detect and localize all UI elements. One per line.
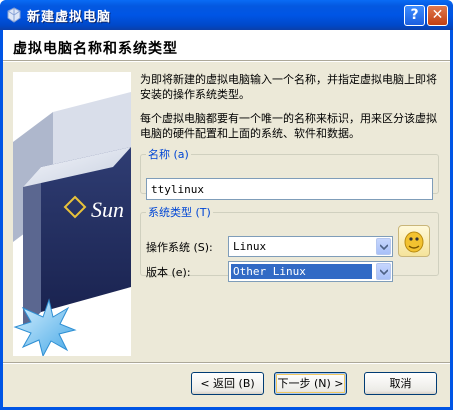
dialog-client-area: 虚拟电脑名称和系统类型 Sun 为即将新建的虚拟电脑输入一个名称，并指定虚拟电脑… bbox=[3, 30, 450, 407]
chevron-down-icon[interactable] bbox=[376, 238, 391, 255]
virtualbox-app-icon bbox=[7, 7, 21, 23]
version-select[interactable]: Other Linux bbox=[228, 261, 393, 282]
cancel-button[interactable]: 取消 bbox=[364, 372, 437, 395]
description-intro: 为即将新建的虚拟电脑输入一个名称，并指定虚拟电脑上即将安装的操作系统类型。 bbox=[140, 73, 437, 101]
title-bar[interactable]: 新建虚拟电脑 ? ✕ bbox=[0, 0, 453, 30]
sun-logo-text: Sun bbox=[91, 197, 124, 222]
os-select[interactable]: Linux bbox=[228, 236, 393, 257]
virtualbox-cube-image: Sun bbox=[13, 72, 131, 356]
version-label: 版本 (e): bbox=[146, 266, 191, 279]
name-group-legend: 名称 (a) bbox=[148, 148, 189, 161]
wizard-side-image: Sun bbox=[13, 72, 131, 356]
os-type-icon bbox=[398, 225, 430, 257]
name-group: 名称 (a) bbox=[140, 146, 439, 200]
next-button[interactable]: 下一步 (N) > bbox=[274, 372, 347, 395]
description-detail: 每个虚拟电脑都要有一个唯一的名称来标识，用来区分该虚拟电脑的硬件配置和上面的系统… bbox=[140, 112, 437, 140]
close-button[interactable]: ✕ bbox=[427, 5, 448, 26]
button-separator bbox=[3, 362, 450, 364]
os-type-group: 系统类型 (T) 操作系统 (S): Linux 版本 (e): Other L… bbox=[140, 204, 439, 282]
os-label: 操作系统 (S): bbox=[146, 241, 213, 254]
os-select-value: Linux bbox=[233, 240, 267, 253]
dialog-window: 新建虚拟电脑 ? ✕ 虚拟电脑名称和系统类型 Sun 为即将新建的虚拟电脑输入一… bbox=[0, 0, 453, 410]
chevron-down-icon[interactable] bbox=[376, 263, 391, 280]
header-divider bbox=[3, 61, 450, 62]
version-select-value: Other Linux bbox=[231, 264, 372, 279]
help-button[interactable]: ? bbox=[404, 5, 425, 26]
wizard-header: 虚拟电脑名称和系统类型 bbox=[3, 30, 450, 61]
back-button[interactable]: < 返回 (B) bbox=[191, 372, 264, 395]
window-title: 新建虚拟电脑 bbox=[27, 10, 112, 25]
os-type-group-legend: 系统类型 (T) bbox=[148, 206, 211, 219]
vm-name-input[interactable] bbox=[146, 178, 433, 200]
page-title: 虚拟电脑名称和系统类型 bbox=[13, 41, 178, 57]
